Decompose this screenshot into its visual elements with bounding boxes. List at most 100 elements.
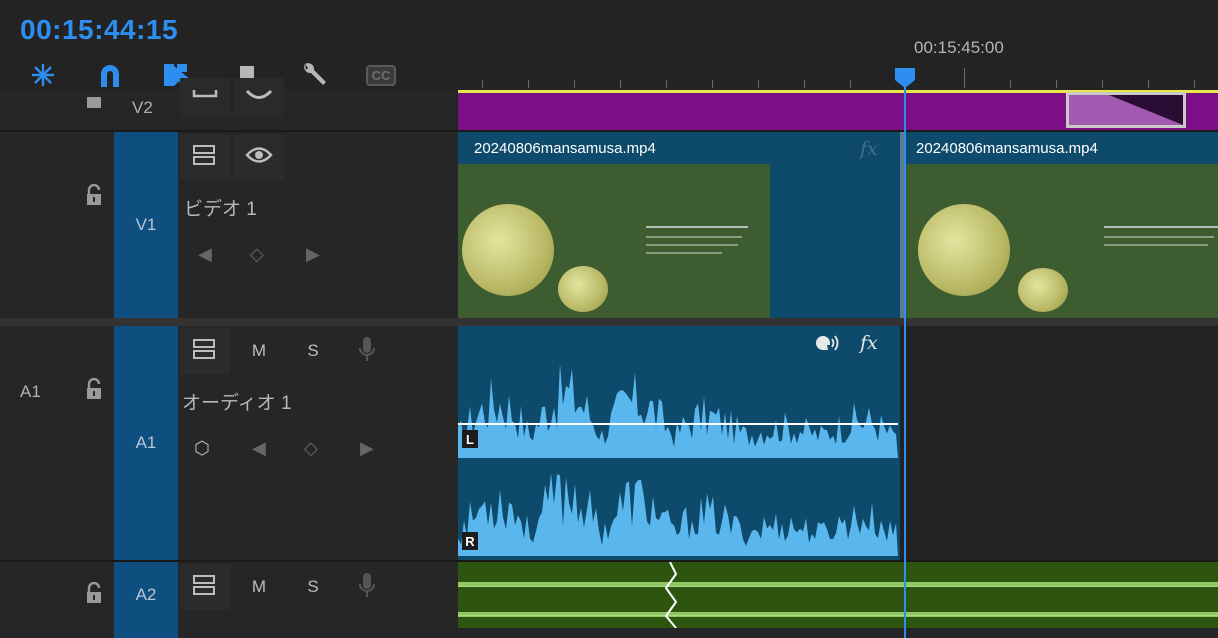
- previous-keyframe-button[interactable]: ◀: [252, 438, 266, 459]
- mute-track-button[interactable]: M: [234, 328, 284, 374]
- track-header-v1: V1 ビデオ 1 ◀ ◇ ▶: [0, 132, 458, 318]
- solo-track-button[interactable]: S: [288, 564, 338, 610]
- ruler-tick: [620, 80, 621, 88]
- toggle-output-button[interactable]: [234, 78, 284, 116]
- track-target-a3[interactable]: [114, 628, 178, 638]
- track-target-a1[interactable]: A1: [114, 326, 178, 560]
- snap-icon: [28, 61, 58, 89]
- next-keyframe-button[interactable]: ▶: [360, 438, 374, 459]
- thumbnail-text-line: [1104, 244, 1208, 246]
- snap-in-timeline-button[interactable]: [26, 58, 60, 92]
- lock-icon[interactable]: [84, 183, 104, 206]
- clip-name: 20240806mansamusa.mp4: [916, 140, 1098, 157]
- thumbnail-text-line: [646, 226, 748, 228]
- track-target-v1[interactable]: V1: [114, 132, 178, 318]
- toggle-sync-lock-button[interactable]: [180, 78, 230, 116]
- thumbnail-text-line: [1104, 236, 1214, 238]
- ruler-major-tick: [964, 68, 965, 88]
- lock-icon[interactable]: [84, 92, 104, 114]
- chevron-right-icon: ▶: [306, 244, 320, 264]
- thumbnail-text-line: [1104, 226, 1218, 228]
- ruler-tick: [758, 80, 759, 88]
- ruler-tick: [712, 80, 713, 88]
- microphone-icon: [358, 336, 376, 367]
- sync-lock-icon: [192, 87, 218, 107]
- transition-thumbnail[interactable]: [1066, 92, 1186, 128]
- ruler-tick: [1148, 80, 1149, 88]
- captions-button[interactable]: CC: [364, 58, 398, 92]
- ruler-tick: [574, 80, 575, 88]
- diamond-icon: ◇: [250, 244, 264, 264]
- keyframe-options-icon: ⬡: [194, 438, 210, 458]
- ruler-tick: [482, 80, 483, 88]
- toggle-sync-lock-button[interactable]: [180, 564, 230, 610]
- thumbnail-coin-large: [918, 204, 1010, 296]
- toggle-sync-lock-button[interactable]: [180, 134, 230, 180]
- captions-icon: CC: [365, 64, 397, 86]
- voice-enhance-icon: [814, 334, 840, 359]
- wrench-icon: [299, 60, 329, 90]
- timeline-settings-button[interactable]: [297, 58, 331, 92]
- left-channel-waveform: [458, 366, 898, 458]
- ruler-tick: [1102, 80, 1103, 88]
- playhead-handle[interactable]: [893, 66, 917, 90]
- chevron-right-icon: ▶: [360, 438, 374, 458]
- chevron-left-icon: ◀: [198, 244, 212, 264]
- ruler-tick: [850, 80, 851, 88]
- time-ruler[interactable]: 00:15:45:00: [458, 36, 1218, 90]
- ruler-tick: [528, 80, 529, 88]
- ruler-tick: [1056, 80, 1057, 88]
- sync-lock-icon: [192, 338, 218, 365]
- source-patch-a1[interactable]: A1: [20, 382, 41, 402]
- a2-waveform: [458, 562, 1218, 628]
- thumbnail-coin-small: [558, 266, 608, 312]
- magnet-icon: [96, 61, 124, 89]
- clip-name: 20240806mansamusa.mp4: [474, 140, 656, 157]
- track-header-a3: [0, 628, 1218, 638]
- channel-label-right: R: [462, 532, 478, 550]
- clip-thumbnail: [904, 164, 1218, 318]
- track-target-a2[interactable]: A2: [114, 562, 178, 628]
- fx-badge[interactable]: fx: [860, 138, 878, 160]
- video-audio-divider[interactable]: [0, 318, 1218, 326]
- ruler-tick: [666, 80, 667, 88]
- voice-over-record-button[interactable]: [342, 564, 392, 610]
- a1-audio-clip[interactable]: fx L R: [458, 326, 900, 560]
- diamond-icon: ◇: [304, 438, 318, 458]
- thumbnail-text-line: [646, 236, 742, 238]
- keyframe-options-button[interactable]: ⬡: [194, 438, 210, 459]
- track-header-a2: A2 M S: [0, 562, 458, 628]
- ruler-tick: [804, 80, 805, 88]
- track-header-a1: A1 A1 M S オーディオ 1 ⬡ ◀ ◇ ▶: [0, 326, 458, 560]
- add-keyframe-button[interactable]: ◇: [304, 438, 318, 459]
- toggle-output-button[interactable]: [234, 134, 284, 180]
- track-target-v2[interactable]: V2: [132, 98, 153, 118]
- v1-clip[interactable]: 20240806mansamusa.mp4: [904, 132, 1218, 318]
- clip-thumbnail: [458, 164, 770, 318]
- ruler-time-label: 00:15:45:00: [914, 38, 1004, 57]
- thumbnail-text-line: [646, 252, 722, 254]
- thumbnail-text-line: [646, 244, 738, 246]
- solo-track-button[interactable]: S: [288, 328, 338, 374]
- voice-over-record-button[interactable]: [342, 328, 392, 374]
- lock-icon[interactable]: [84, 377, 104, 400]
- a2-audio-clip[interactable]: [458, 562, 1218, 628]
- track-name-v1[interactable]: ビデオ 1: [184, 194, 257, 221]
- add-keyframe-button[interactable]: ◇: [250, 244, 264, 265]
- right-channel-waveform: [458, 473, 898, 556]
- playhead[interactable]: [904, 74, 906, 638]
- toggle-sync-lock-button[interactable]: [180, 328, 230, 374]
- track-name-a1[interactable]: オーディオ 1: [182, 388, 292, 415]
- previous-keyframe-button[interactable]: ◀: [198, 244, 212, 265]
- sync-lock-icon: [192, 574, 218, 601]
- thumbnail-coin-large: [462, 204, 554, 296]
- v1-clip[interactable]: 20240806mansamusa.mp4 fx: [458, 132, 900, 318]
- next-keyframe-button[interactable]: ▶: [306, 244, 320, 265]
- playhead-timecode[interactable]: 00:15:44:15: [20, 14, 178, 46]
- snap-button[interactable]: [93, 58, 127, 92]
- fx-badge[interactable]: fx: [860, 332, 878, 354]
- lock-icon[interactable]: [84, 581, 104, 604]
- mute-track-button[interactable]: M: [234, 564, 284, 610]
- channel-label-left: L: [462, 430, 478, 448]
- v2-clip[interactable]: [458, 90, 1218, 130]
